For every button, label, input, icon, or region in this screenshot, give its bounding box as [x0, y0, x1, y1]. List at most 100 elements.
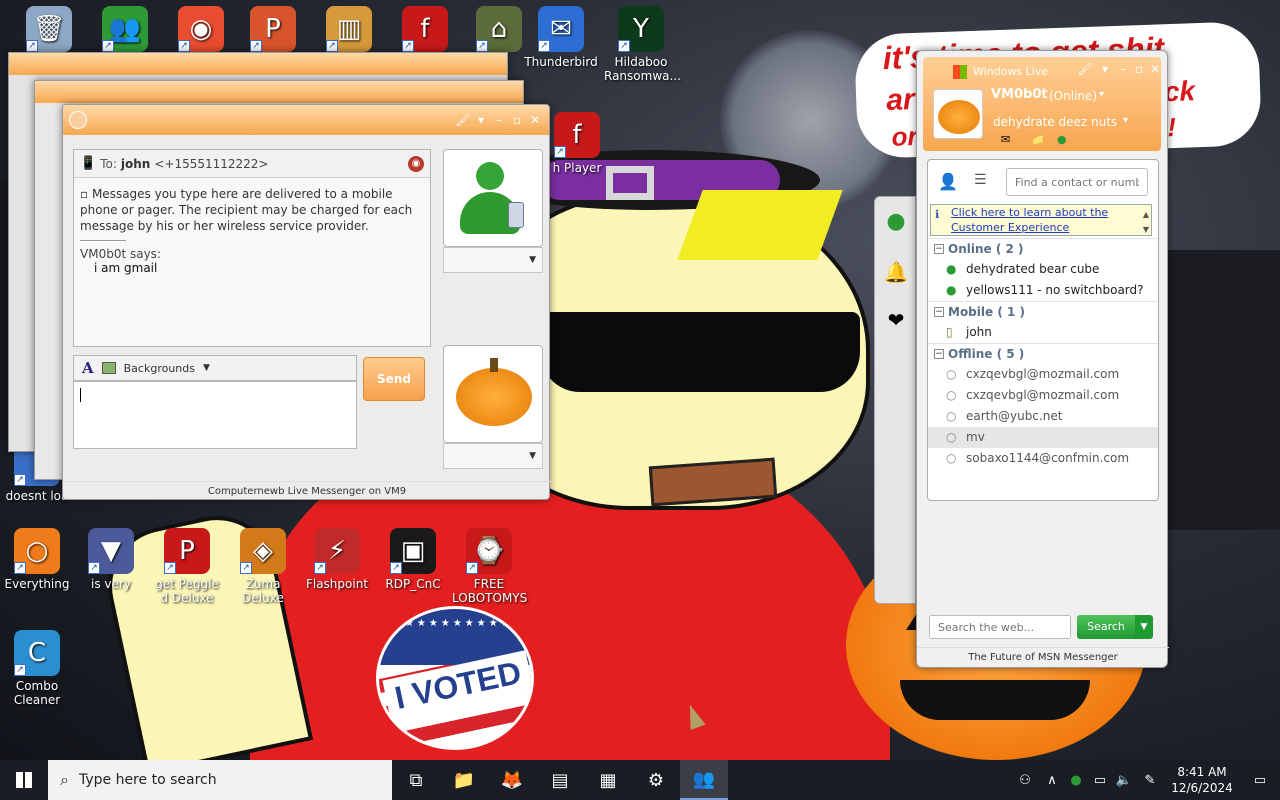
desktop-icon[interactable]: f ↗ [388, 6, 462, 55]
mail-icon[interactable]: ✉ [1001, 133, 1010, 146]
paint-icon[interactable]: 🖌 [1077, 61, 1093, 77]
desktop-icon[interactable]: P ↗ get Peggle d Deluxe [150, 528, 224, 605]
menu-chevron-icon[interactable]: ▾ [1097, 61, 1113, 77]
desktop-icon[interactable]: ▼ ↗ is very [74, 528, 148, 591]
contact-display-picture [443, 149, 543, 247]
chat-window-back-1-titlebar[interactable] [9, 53, 507, 75]
search-options-button[interactable]: ▼ [1135, 615, 1153, 639]
desktop-icon[interactable]: f ↗ h Player [540, 112, 614, 175]
status-label[interactable]: (Online) [1049, 89, 1097, 103]
collapse-icon[interactable]: − [934, 244, 944, 254]
contact-list-item[interactable]: ○ earth@yubc.net [928, 406, 1158, 427]
my-display-picture[interactable] [443, 345, 543, 443]
taskbar-search[interactable]: ⌕ Type here to search [48, 760, 392, 800]
bell-tab-icon[interactable]: 🔔 [881, 253, 911, 291]
cartoon-hair [677, 190, 843, 260]
contact-group-header[interactable]: − Offline ( 5 ) [928, 343, 1158, 364]
pumpkin-stem [490, 358, 498, 372]
message-input[interactable] [73, 381, 357, 449]
desktop-icon[interactable]: P ↗ [236, 6, 310, 55]
minimize-button[interactable]: – [491, 112, 507, 128]
close-button[interactable]: ✕ [527, 112, 543, 128]
contact-group-header[interactable]: − Mobile ( 1 ) [928, 301, 1158, 322]
learn-more-link-2[interactable]: Customer Experience [951, 220, 1151, 235]
folder-icon[interactable]: 📁 [1031, 133, 1045, 146]
clock[interactable]: 8:41 AM 12/6/2024 [1164, 764, 1240, 796]
contact-list-item[interactable]: ○ cxzqevbgl@mozmail.com [928, 385, 1158, 406]
menu-chevron-icon[interactable]: ▾ [473, 112, 489, 128]
chat-window-titlebar[interactable]: 🖌 ▾ – ▫ ✕ [63, 105, 549, 135]
people-icon[interactable]: ⚇ [1010, 773, 1040, 788]
desktop-icon[interactable]: ◈ ↗ Zuma Deluxe [226, 528, 300, 605]
send-button[interactable]: Send [363, 357, 425, 401]
contact-list-item[interactable]: ○ cxzqevbgl@mozmail.com [928, 364, 1158, 385]
desktop-icon[interactable]: ▣ ↗ RDP_CnC [376, 528, 450, 591]
desktop-icon[interactable]: 👥 ↗ [88, 6, 162, 55]
collapse-icon[interactable]: − [934, 307, 944, 317]
status-chevron-icon[interactable]: ▾ [1099, 89, 1104, 100]
desktop-icon[interactable]: ⚡ ↗ Flashpoint [300, 528, 374, 591]
desktop-icon[interactable]: ✉ ↗ Thunderbird [524, 6, 598, 69]
pen-icon[interactable]: ✎ [1136, 773, 1164, 788]
task-view-icon[interactable]: ⧉ [392, 760, 440, 800]
desktop-icon[interactable]: ▥ ↗ [312, 6, 386, 55]
start-button[interactable] [0, 760, 48, 800]
chat-window-back-2-titlebar[interactable] [35, 81, 523, 103]
store-icon[interactable]: ▦ [584, 760, 632, 800]
close-button[interactable]: ✕ [1147, 61, 1163, 77]
desktop-icon[interactable]: ⌚ ↗ FREE LOBOTOMYS [452, 528, 527, 605]
shortcut-arrow-icon: ↗ [466, 562, 478, 574]
volume-icon[interactable]: 🔈 [1112, 773, 1136, 788]
cupid-tab-icon[interactable]: ❤ [881, 301, 911, 339]
network-icon[interactable]: ▭ [1088, 773, 1112, 788]
web-search-button[interactable]: Search [1077, 615, 1135, 639]
banner-scroll-icon[interactable]: ▲ ▼ [1143, 207, 1149, 237]
my-picture-dropdown[interactable]: ▼ [443, 443, 543, 469]
app-icon[interactable]: ▤ [536, 760, 584, 800]
paint-icon[interactable]: 🖌 [455, 112, 471, 128]
block-icon[interactable]: ◉ [408, 155, 424, 172]
desktop-icon[interactable]: Y ↗ Hildaboo Ransomwa... [604, 6, 681, 83]
username[interactable]: VM0b0t [991, 87, 1048, 102]
maximize-button[interactable]: ▫ [1131, 61, 1147, 77]
messenger-taskbar-icon[interactable]: 👥 [680, 760, 728, 800]
chat-window[interactable]: 🖌 ▾ – ▫ ✕ 📱 To: john <+15551112222> ◉ ▫ … [62, 104, 551, 500]
contact-picture-dropdown[interactable]: ▼ [443, 247, 543, 273]
contact-search-input[interactable] [1006, 168, 1148, 196]
add-contact-icon[interactable]: 👤 [938, 172, 958, 191]
messenger-tray-icon[interactable]: ● [1064, 773, 1088, 788]
contact-list-item[interactable]: ▯ john [928, 322, 1158, 343]
desktop-icon[interactable]: C ↗ Combo Cleaner [0, 630, 74, 707]
settings-icon[interactable]: ⚙ [632, 760, 680, 800]
file-explorer-icon[interactable]: 📁 [440, 760, 488, 800]
spaces-icon[interactable]: ● [1057, 133, 1067, 146]
my-avatar[interactable] [933, 89, 983, 139]
font-button[interactable]: A [82, 359, 94, 377]
list-view-icon[interactable]: ☰ [974, 172, 987, 188]
learn-more-link[interactable]: Click here to learn about the [951, 205, 1151, 220]
contact-group-header[interactable]: − Online ( 2 ) [928, 238, 1158, 259]
messenger-window[interactable]: Windows Live 🖌 ▾ – ▫ ✕ VM0b0t (Online) ▾… [916, 50, 1169, 668]
contact-list-item[interactable]: ● yellows111 - no switchboard? [928, 280, 1158, 301]
chevron-down-icon[interactable]: ▼ [203, 363, 210, 373]
personal-message-chevron-icon[interactable]: ▾ [1123, 115, 1128, 126]
maximize-button[interactable]: ▫ [509, 112, 525, 128]
contact-list-item[interactable]: ● dehydrated bear cube [928, 259, 1158, 280]
show-hidden-icons-icon[interactable]: ∧ [1040, 773, 1064, 788]
contacts-tab-icon[interactable]: ● [881, 203, 911, 241]
desktop-icon[interactable]: ○ ↗ Everything [0, 528, 74, 591]
web-search-input[interactable] [929, 615, 1071, 639]
backgrounds-button[interactable]: Backgrounds [124, 362, 195, 375]
notifications-icon[interactable]: ▭ [1240, 773, 1280, 788]
desktop-icon[interactable]: ◉ ↗ [164, 6, 238, 55]
contact-list-item[interactable]: ○ sobaxo1144@confmin.com [928, 448, 1158, 469]
shortcut-arrow-icon: ↗ [14, 562, 26, 574]
contact-list-item[interactable]: ○ mv [928, 427, 1158, 448]
contact-name: cxzqevbgl@mozmail.com [966, 388, 1120, 402]
collapse-icon[interactable]: − [934, 349, 944, 359]
firefox-icon[interactable]: 🦊 [488, 760, 536, 800]
customer-experience-banner[interactable]: ℹ Click here to learn about the Customer… [930, 204, 1152, 236]
minimize-button[interactable]: – [1115, 61, 1131, 77]
desktop-icon[interactable]: 🗑 ↗ [12, 6, 86, 55]
personal-message[interactable]: dehydrate deez nuts [993, 115, 1117, 129]
